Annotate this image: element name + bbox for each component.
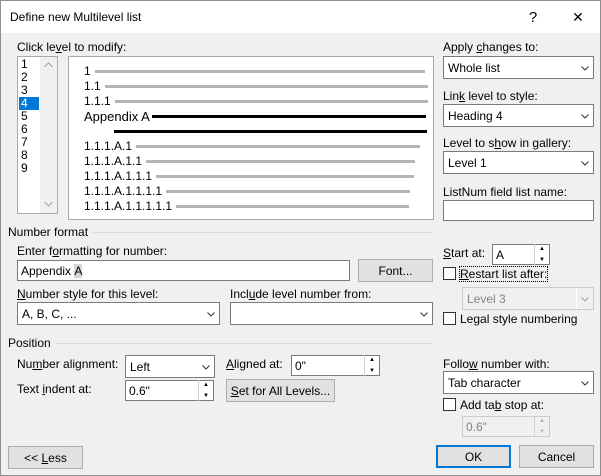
set-all-levels-button[interactable]: Set for All Levels...	[226, 379, 335, 402]
start-at-spinner[interactable]: ▲ ▼	[534, 244, 549, 265]
preview-bar	[176, 204, 410, 208]
preview-line-6: 1.1.1.A.1.1	[84, 154, 416, 168]
close-button[interactable]: ✕	[556, 1, 600, 33]
spin-up-icon[interactable]: ▲	[199, 380, 213, 391]
aligned-at-spinner[interactable]: ▲ ▼	[364, 355, 379, 376]
include-level-label: Include level number from:	[230, 287, 372, 301]
level-list-scrollbar[interactable]	[40, 57, 57, 213]
preview-line-1: 1	[84, 64, 425, 78]
spin-down-icon[interactable]: ▼	[535, 255, 549, 266]
chevron-down-icon	[576, 152, 593, 173]
restart-list-checkbox[interactable]	[443, 267, 456, 280]
spin-down-icon[interactable]: ▼	[365, 366, 379, 377]
level-item-9[interactable]: 9	[19, 162, 39, 175]
preview-bar-active	[151, 114, 426, 118]
spin-down-icon[interactable]: ▼	[199, 391, 213, 402]
chevron-down-icon	[197, 356, 214, 377]
font-button[interactable]: Font...	[358, 259, 433, 282]
apply-changes-label: Apply changes to:	[443, 40, 539, 54]
preview-bar	[94, 69, 425, 73]
less-button[interactable]: << Less	[8, 446, 83, 469]
preview-bar	[136, 144, 421, 148]
start-at-label: Start at:	[443, 246, 486, 260]
preview-line-2: 1.1	[84, 79, 428, 93]
apply-changes-dropdown[interactable]: Whole list	[443, 56, 594, 79]
scroll-down-icon[interactable]	[44, 201, 53, 207]
restart-after-dropdown[interactable]: Level 3	[462, 287, 594, 310]
multilevel-list-dialog: Define new Multilevel list ? ✕ Click lev…	[0, 0, 601, 476]
preview-line-3: 1.1.1	[84, 94, 428, 108]
preview-bar	[104, 84, 428, 88]
preview-bar	[156, 174, 415, 178]
preview-line-7: 1.1.1.A.1.1.1	[84, 169, 415, 183]
legal-numbering-checkbox[interactable]	[443, 312, 456, 325]
chevron-down-icon	[576, 288, 593, 309]
number-alignment-dropdown[interactable]: Left	[125, 355, 215, 378]
number-alignment-label: Number alignment:	[17, 357, 119, 371]
add-tab-stop-label: Add tab stop at:	[460, 398, 545, 412]
preview-line-5: 1.1.1.A.1	[84, 139, 421, 153]
help-button[interactable]: ?	[511, 1, 555, 33]
chevron-down-icon	[576, 372, 593, 393]
restart-list-label: Restart list after:	[458, 266, 549, 282]
number-style-dropdown[interactable]: A, B, C, ...	[17, 302, 220, 325]
spin-up-icon[interactable]: ▲	[365, 355, 379, 366]
gallery-level-dropdown[interactable]: Level 1	[443, 151, 594, 174]
chevron-down-icon	[415, 303, 432, 324]
title-bar: Define new Multilevel list ? ✕	[1, 1, 600, 33]
listnum-field[interactable]	[443, 200, 594, 221]
list-preview: 1 1.1 1.1.1 Appendix A 1.1.1.A.1 1.1.1.A…	[68, 56, 434, 220]
chevron-down-icon	[576, 57, 593, 78]
add-tab-stop-checkbox[interactable]	[443, 398, 456, 411]
text-indent-spinner[interactable]: ▲ ▼	[198, 380, 213, 401]
preview-line-8: 1.1.1.A.1.1.1.1	[84, 184, 411, 198]
dialog-title: Define new Multilevel list	[10, 10, 142, 24]
preview-bar	[166, 189, 411, 193]
text-indent-label: Text indent at:	[17, 382, 92, 396]
follow-number-label: Follow number with:	[443, 357, 550, 371]
spin-up-icon[interactable]: ▲	[535, 244, 549, 255]
level-label: Click level to modify:	[17, 40, 127, 54]
position-heading: Position	[8, 336, 51, 350]
tab-stop-spinner[interactable]: ▲ ▼	[534, 416, 549, 437]
help-icon: ?	[528, 8, 538, 26]
legal-numbering-label: Legal style numbering	[460, 312, 578, 326]
chevron-down-icon	[576, 105, 593, 126]
follow-number-dropdown[interactable]: Tab character	[443, 371, 594, 394]
position-divider	[56, 343, 433, 344]
include-level-dropdown[interactable]	[230, 302, 433, 325]
preview-line-9: 1.1.1.A.1.1.1.1.1	[84, 199, 410, 213]
number-format-divider	[93, 232, 433, 233]
format-label: Enter formatting for number:	[17, 244, 168, 258]
scroll-up-icon[interactable]	[44, 62, 53, 68]
spin-up-icon[interactable]: ▲	[535, 416, 549, 427]
preview-bar	[146, 159, 416, 163]
spin-down-icon[interactable]: ▼	[535, 427, 549, 438]
link-level-label: Link level to style:	[443, 89, 538, 103]
preview-bar	[114, 99, 428, 103]
level-list[interactable]: 1 2 3 4 5 6 7 8 9	[17, 56, 58, 214]
gallery-level-label: Level to show in gallery:	[443, 136, 572, 150]
close-icon: ✕	[572, 8, 584, 25]
number-style-label: Number style for this level:	[17, 287, 159, 301]
aligned-at-label: Aligned at:	[226, 357, 283, 371]
preview-bar-active-continuation	[114, 130, 427, 133]
preview-line-4: Appendix A	[84, 109, 426, 124]
number-format-input[interactable]: Appendix A	[17, 260, 350, 281]
chevron-down-icon	[202, 303, 219, 324]
number-format-heading: Number format	[8, 225, 89, 239]
number-field-token[interactable]: A	[74, 263, 83, 278]
cancel-button[interactable]: Cancel	[519, 445, 594, 468]
listnum-label: ListNum field list name:	[443, 185, 568, 199]
ok-button[interactable]: OK	[436, 445, 511, 468]
link-level-dropdown[interactable]: Heading 4	[443, 104, 594, 127]
